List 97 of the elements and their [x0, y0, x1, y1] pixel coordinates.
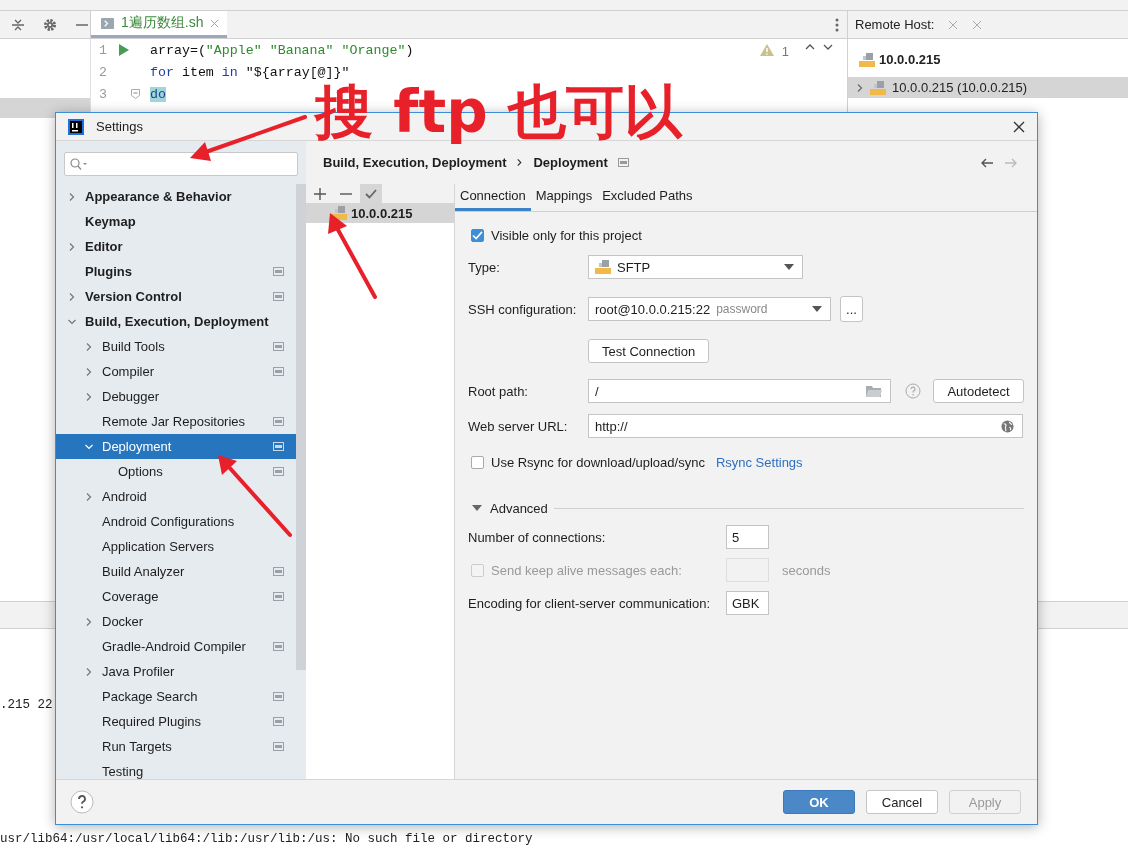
- breadcrumb: Deployment: [533, 155, 608, 170]
- checkbox-label: Send keep alive messages each:: [491, 562, 682, 578]
- collapse-icon[interactable]: [11, 17, 25, 32]
- fold-icon[interactable]: [131, 89, 140, 99]
- chevron-icon: [856, 83, 864, 92]
- add-icon[interactable]: [314, 187, 326, 200]
- tree-item[interactable]: Appearance & Behavior: [56, 184, 296, 209]
- console-line: .215 22: [0, 698, 53, 712]
- tree-item[interactable]: Remote Jar Repositories: [56, 409, 296, 434]
- checkbox-label: Use Rsync for download/upload/sync: [491, 454, 705, 470]
- tree-item[interactable]: Build, Execution, Deployment: [56, 309, 296, 334]
- tree-item[interactable]: Debugger: [56, 384, 296, 409]
- tree-item[interactable]: Docker: [56, 609, 296, 634]
- web-url-field[interactable]: http://: [588, 414, 1023, 438]
- dialog-button[interactable]: OK: [783, 790, 855, 814]
- editor-tab[interactable]: 1遍历数组.sh: [91, 11, 228, 38]
- server-icon: [870, 79, 886, 96]
- breadcrumb[interactable]: Build, Execution, Deployment: [323, 155, 507, 170]
- back-arrow-icon[interactable]: [980, 157, 994, 168]
- panel-title: Remote Host:: [855, 17, 935, 32]
- host-item[interactable]: 10.0.0.215 (10.0.0.215): [848, 77, 1128, 98]
- rsync-settings-link[interactable]: Rsync Settings: [715, 454, 803, 470]
- section-title: Advanced: [490, 500, 548, 516]
- checkbox-label: Visible only for this project: [491, 227, 642, 243]
- line-number: 3: [98, 86, 107, 102]
- tree-item[interactable]: Coverage: [56, 584, 296, 609]
- scrollbar-thumb[interactable]: [296, 184, 306, 670]
- chevron-icon: [516, 159, 524, 166]
- more-icon[interactable]: [835, 17, 839, 32]
- root-path-field[interactable]: /: [588, 379, 891, 403]
- field-label: Web server URL:: [468, 418, 569, 434]
- code-line: array=("Apple" "Banana" "Orange"): [150, 42, 414, 58]
- tree-item[interactable]: Plugins: [56, 259, 296, 284]
- tab[interactable]: Excluded Paths: [597, 184, 698, 211]
- warning-icon: [759, 44, 774, 56]
- code-line: for item in "${array[@]}": [150, 64, 350, 80]
- server-icon: [595, 259, 611, 275]
- tree-item[interactable]: Run Targets: [56, 734, 296, 759]
- globe-icon[interactable]: [1001, 419, 1014, 433]
- line-number: 2: [98, 64, 107, 80]
- warning-count: 1: [781, 44, 789, 59]
- caret-icon: [812, 306, 822, 312]
- field-label: Root path:: [468, 383, 529, 399]
- dialog-title: Settings: [96, 119, 143, 134]
- collapse-triangle-icon[interactable]: [472, 503, 482, 513]
- tree-item[interactable]: Keymap: [56, 209, 296, 234]
- tree-item[interactable]: Android Configurations: [56, 509, 296, 534]
- help-icon[interactable]: [70, 790, 94, 814]
- tree-item[interactable]: Version Control: [56, 284, 296, 309]
- search-field[interactable]: [64, 152, 298, 176]
- tree-item[interactable]: Build Analyzer: [56, 559, 296, 584]
- ssh-dropdown[interactable]: root@10.0.0.215:22 password: [588, 297, 831, 321]
- checkbox[interactable]: [471, 455, 484, 469]
- tree-item[interactable]: Deployment: [56, 434, 296, 459]
- unit-label: seconds: [782, 562, 831, 578]
- connections-field[interactable]: 5: [726, 525, 769, 549]
- check-icon: [365, 188, 377, 199]
- tree-item[interactable]: Testing: [56, 759, 296, 779]
- autodetect-button[interactable]: Autodetect: [933, 379, 1024, 403]
- folder-icon[interactable]: [866, 385, 882, 397]
- tab[interactable]: Connection: [455, 184, 531, 211]
- field-label: SSH configuration:: [468, 301, 578, 317]
- close-icon[interactable]: [1013, 120, 1025, 133]
- tree-item[interactable]: Application Servers: [56, 534, 296, 559]
- dialog-button[interactable]: Cancel: [866, 790, 938, 814]
- search-icon: [70, 158, 88, 170]
- field-label: Type:: [468, 259, 501, 275]
- down-icon[interactable]: [823, 44, 833, 50]
- tree-item[interactable]: Android: [56, 484, 296, 509]
- encoding-field[interactable]: GBK: [726, 591, 769, 615]
- tree-item[interactable]: Editor: [56, 234, 296, 259]
- tree-item[interactable]: Gradle-Android Compiler: [56, 634, 296, 659]
- tree-item[interactable]: Package Search: [56, 684, 296, 709]
- tree-item[interactable]: Java Profiler: [56, 659, 296, 684]
- settings-icon[interactable]: [43, 17, 57, 32]
- panel-icon: [617, 158, 629, 167]
- tab[interactable]: Mappings: [530, 184, 598, 211]
- field-label: Number of connections:: [468, 529, 607, 545]
- type-dropdown[interactable]: SFTP: [588, 255, 803, 279]
- check-button[interactable]: [360, 184, 382, 203]
- tree-item[interactable]: Required Plugins: [56, 709, 296, 734]
- line-number: 1: [98, 42, 107, 58]
- app-logo-icon: [68, 118, 84, 135]
- server-icon: [859, 51, 875, 68]
- run-icon[interactable]: [119, 44, 129, 56]
- terminal-file-icon: [101, 16, 114, 30]
- tree-item[interactable]: Options: [56, 459, 296, 484]
- server-item[interactable]: 10.0.0.215: [306, 203, 454, 223]
- console-line: usr/lib64:/usr/local/lib64:/lib:/usr/lib:/us: No such file or directory: [0, 832, 533, 846]
- field-label: Encoding for client-server communication:: [468, 595, 712, 611]
- checkbox[interactable]: [471, 228, 484, 242]
- tree-item[interactable]: Compiler: [56, 359, 296, 384]
- up-icon[interactable]: [805, 44, 815, 50]
- test-connection-button[interactable]: Test Connection: [588, 339, 710, 363]
- more-button[interactable]: ...: [840, 296, 863, 322]
- tree-item[interactable]: Build Tools: [56, 334, 296, 359]
- caret-icon: [784, 264, 794, 270]
